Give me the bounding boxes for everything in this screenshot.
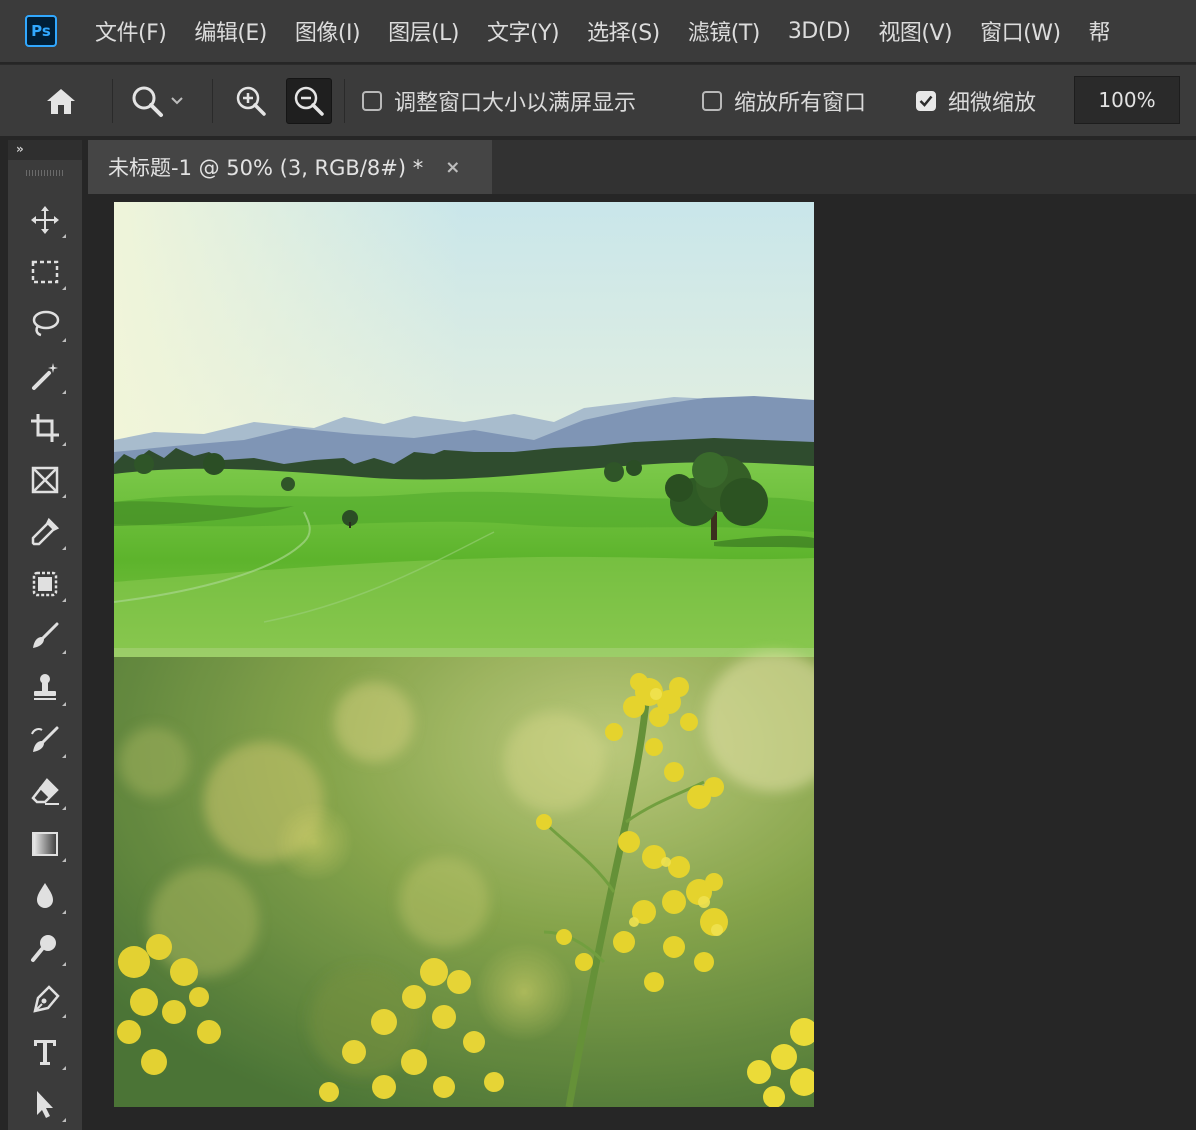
- collapse-panel-button[interactable]: »: [8, 140, 82, 160]
- frame-tool[interactable]: [22, 458, 68, 502]
- home-icon: [38, 78, 84, 124]
- dodge-tool[interactable]: [22, 926, 68, 970]
- dodge-icon: [31, 935, 56, 962]
- tools-panel: »: [8, 140, 82, 1130]
- eyedropper-icon: [31, 517, 60, 546]
- zoom-tool-preset-picker[interactable]: [124, 65, 184, 137]
- stamp-icon: [34, 674, 56, 700]
- zoom-tool-icon: [124, 78, 170, 124]
- brush-icon: [33, 622, 59, 648]
- zoom-out-icon: [286, 78, 332, 124]
- scrubby-zoom-label: 细微缩放: [948, 91, 1037, 116]
- zoom-all-windows-option[interactable]: 缩放所有窗口: [702, 65, 866, 137]
- separator: [344, 79, 345, 123]
- history-brush-tool[interactable]: [22, 718, 68, 762]
- crop-icon: [31, 414, 59, 442]
- path-selection-tool[interactable]: [22, 1082, 68, 1126]
- type-icon: [34, 1040, 56, 1065]
- zoom-in-icon: [228, 78, 274, 124]
- pen-icon: [33, 985, 60, 1013]
- menu-select[interactable]: 选择(S): [587, 15, 660, 47]
- eraser-icon: [31, 778, 59, 805]
- menu-window[interactable]: 窗口(W): [980, 15, 1061, 47]
- resize-windows-option[interactable]: 调整窗口大小以满屏显示: [362, 65, 636, 137]
- zoom-in-button[interactable]: [228, 65, 274, 137]
- move-icon: [31, 206, 59, 234]
- zoom-out-button[interactable]: [286, 65, 332, 137]
- path-select-icon: [37, 1091, 53, 1118]
- resize-windows-label: 调整窗口大小以满屏显示: [394, 91, 637, 116]
- zoom-all-windows-checkbox[interactable]: [702, 91, 722, 111]
- lasso-tool[interactable]: [22, 302, 68, 346]
- frame-icon: [31, 466, 59, 494]
- panel-grip-handle[interactable]: [26, 170, 64, 176]
- menu-bar: Ps 文件(F) 编辑(E) 图像(I) 图层(L) 文字(Y) 选择(S) 滤…: [0, 0, 1196, 62]
- zoom-all-windows-label: 缩放所有窗口: [734, 91, 867, 116]
- magic-wand-icon: [32, 363, 58, 390]
- menu-3d[interactable]: 3D(D): [788, 19, 851, 44]
- blur-icon: [37, 883, 53, 908]
- eyedropper-tool[interactable]: [22, 510, 68, 554]
- crop-tool[interactable]: [22, 406, 68, 450]
- history-brush-icon: [31, 726, 59, 752]
- options-bar: 调整窗口大小以满屏显示 缩放所有窗口 细微缩放 100%: [0, 64, 1196, 136]
- marquee-icon: [31, 260, 59, 284]
- brush-tool[interactable]: [22, 614, 68, 658]
- clone-stamp-tool[interactable]: [22, 666, 68, 710]
- healing-icon: [32, 571, 58, 597]
- canvas-image: [114, 202, 814, 1107]
- move-tool[interactable]: [22, 198, 68, 242]
- zoom-percentage-field[interactable]: 100%: [1074, 76, 1180, 124]
- menu-type[interactable]: 文字(Y): [487, 15, 560, 47]
- type-tool[interactable]: [22, 1030, 68, 1074]
- healing-brush-tool[interactable]: [22, 562, 68, 606]
- photoshop-logo[interactable]: Ps: [25, 15, 57, 47]
- eraser-tool[interactable]: [22, 770, 68, 814]
- tab-strip-empty: [492, 140, 1196, 194]
- menu-filter[interactable]: 滤镜(T): [688, 15, 761, 47]
- separator: [112, 79, 113, 123]
- menu-view[interactable]: 视图(V): [878, 15, 952, 47]
- menu-layer[interactable]: 图层(L): [388, 15, 459, 47]
- pen-tool[interactable]: [22, 978, 68, 1022]
- separator: [212, 79, 213, 123]
- menu-image[interactable]: 图像(I): [295, 15, 361, 47]
- scrubby-zoom-option[interactable]: 细微缩放: [916, 65, 1036, 137]
- home-button[interactable]: [38, 65, 84, 137]
- menu-edit[interactable]: 编辑(E): [194, 15, 267, 47]
- menu-help[interactable]: 帮: [1089, 15, 1111, 47]
- blur-tool[interactable]: [22, 874, 68, 918]
- document-tab-title: 未标题-1 @ 50% (3, RGB/8#) *: [108, 156, 424, 180]
- document-canvas[interactable]: [114, 202, 814, 1107]
- scrubby-zoom-checkbox[interactable]: [916, 91, 936, 111]
- checkmark-icon: [919, 95, 933, 107]
- document-tab[interactable]: 未标题-1 @ 50% (3, RGB/8#) * ×: [88, 140, 492, 194]
- gradient-tool[interactable]: [22, 822, 68, 866]
- resize-windows-checkbox[interactable]: [362, 91, 382, 111]
- close-tab-icon[interactable]: ×: [445, 157, 460, 178]
- chevron-down-icon: [171, 97, 183, 105]
- menu-file[interactable]: 文件(F): [95, 15, 167, 47]
- marquee-tool[interactable]: [22, 250, 68, 294]
- magic-wand-tool[interactable]: [22, 354, 68, 398]
- gradient-icon: [32, 832, 58, 856]
- lasso-icon: [32, 310, 60, 337]
